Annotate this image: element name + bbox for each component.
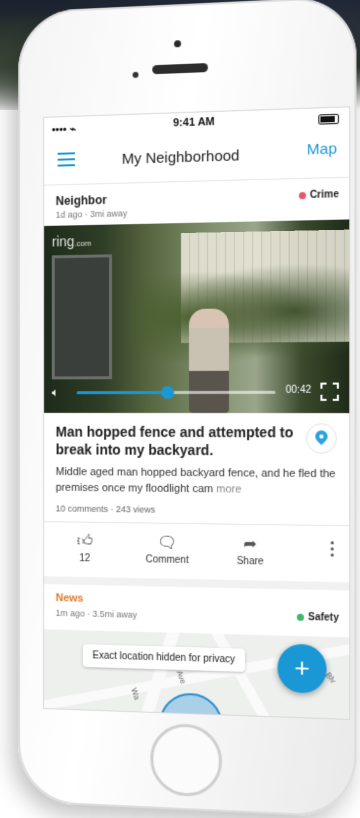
comment-button[interactable]: 🗨 Comment — [138, 532, 197, 566]
status-time: 9:41 AM — [173, 115, 215, 130]
video-timestamp: 00:42 — [285, 384, 312, 396]
crime-dot-icon — [298, 191, 306, 200]
post-meta: 1d ago · 3mi away — [55, 208, 128, 220]
signal-icon: •••• ⌁ — [51, 123, 77, 137]
video-window-scene — [51, 254, 113, 380]
video-person-scene — [188, 308, 229, 414]
ring-logo: ring.com — [51, 233, 92, 250]
video-progress-fill — [76, 391, 168, 395]
privacy-notice: Exact location hidden for privacy — [82, 644, 246, 672]
video-bushes-scene — [131, 260, 350, 374]
nav-bar: My Neighborhood Map — [44, 129, 350, 186]
thumbs-up-icon: 👍︎ — [76, 532, 93, 550]
app-screen: •••• ⌁ 9:41 AM My Neighborhood Map Neigh… — [43, 106, 351, 720]
share-button[interactable]: ➦ Share — [225, 534, 275, 568]
video-progress-bar[interactable] — [76, 386, 276, 400]
earpiece-speaker — [152, 63, 208, 75]
post-author[interactable]: Neighbor — [56, 193, 107, 208]
volume-icon[interactable]: 🔈︎ — [52, 385, 67, 399]
share-icon: ➦ — [243, 535, 257, 554]
like-button[interactable]: 👍︎ 12 — [65, 531, 104, 564]
fullscreen-icon[interactable] — [320, 382, 339, 401]
post-header: Neighbor 1d ago · 3mi away Crime — [44, 179, 349, 226]
comment-label: Comment — [145, 554, 189, 567]
video-player[interactable]: ring.com 🔈︎ 00:42 — [44, 219, 350, 414]
home-button[interactable] — [150, 722, 222, 798]
battery-icon — [318, 113, 339, 125]
add-post-button[interactable]: + — [277, 643, 327, 694]
menu-icon[interactable] — [57, 152, 76, 167]
crime-tag-label: Crime — [309, 189, 339, 202]
location-radius — [159, 692, 223, 719]
page-title: My Neighborhood — [121, 147, 240, 168]
location-pin-icon[interactable] — [306, 423, 337, 454]
post-body-text: Middle aged man hopped backyard fence, a… — [55, 466, 336, 496]
post2-meta: 1m ago · 3.5mi away — [55, 607, 138, 620]
post-counts[interactable]: 10 comments · 243 views — [56, 504, 156, 515]
video-scrubber-handle[interactable] — [161, 386, 175, 400]
more-options-icon[interactable] — [330, 541, 335, 559]
safety-tag-label: Safety — [308, 611, 339, 624]
crime-tag[interactable]: Crime — [298, 189, 339, 202]
post-actions: 👍︎ 12 🗨 Comment ➦ Share — [44, 523, 349, 580]
share-label: Share — [236, 555, 264, 568]
news-category: News — [55, 592, 84, 605]
map-link[interactable]: Map — [307, 140, 337, 158]
safety-tag[interactable]: Safety — [296, 611, 339, 624]
post-body[interactable]: Middle aged man hopped backyard fence, a… — [56, 464, 337, 498]
phone-device: •••• ⌁ 9:41 AM My Neighborhood Map Neigh… — [18, 0, 357, 818]
safety-dot-icon — [296, 613, 304, 621]
comment-icon: 🗨 — [157, 534, 178, 552]
like-count: 12 — [79, 553, 91, 565]
proximity-sensor — [132, 71, 139, 78]
more-link[interactable]: more — [216, 483, 241, 495]
front-camera — [174, 40, 182, 48]
post-title[interactable]: Man hopped fence and attempted to break … — [56, 423, 304, 460]
